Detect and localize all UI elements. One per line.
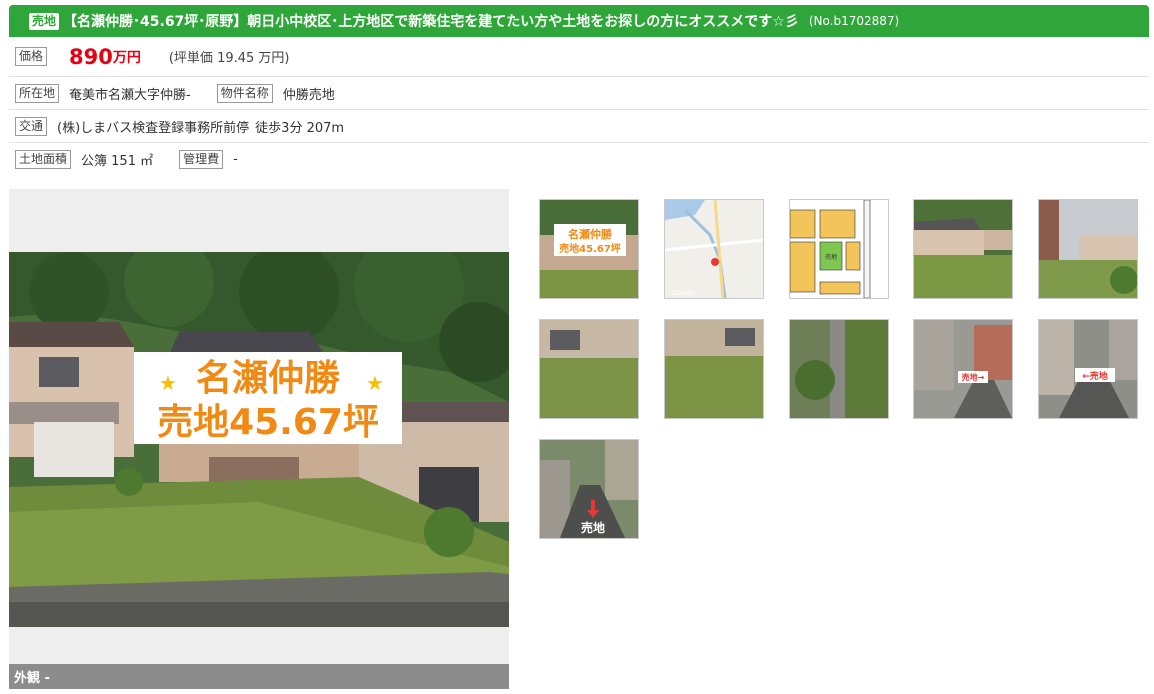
thumbnail-image	[790, 320, 888, 418]
thumbnail-6[interactable]	[539, 319, 639, 419]
thumbnail-image	[540, 320, 638, 418]
plot-label: 売地	[825, 253, 837, 261]
photo-caption: 外観 -	[9, 664, 509, 689]
location-label: 所在地	[15, 84, 60, 103]
map-attribution: Google	[671, 289, 696, 297]
thumbnail-image: 売地	[790, 200, 888, 298]
thumb-sign-line1: 名瀬仲勝	[568, 227, 613, 241]
thumbnail-5[interactable]	[1038, 199, 1138, 299]
svg-text:★: ★	[366, 371, 384, 395]
property-name-label: 物件名称	[216, 84, 273, 103]
transport-stop: (株)しまバス検査登録事務所前停	[57, 121, 250, 136]
svg-text:★: ★	[159, 371, 177, 395]
main-sign-line1: 名瀬仲勝	[196, 358, 341, 399]
thumbnail-1[interactable]: 名瀬仲勝 売地45.67坪	[539, 199, 639, 299]
location-row: 所在地 奄美市名瀬大字仲勝- 物件名称 仲勝売地	[9, 78, 1149, 110]
thumbnail-10[interactable]: ←売地	[1038, 319, 1138, 419]
thumbnail-4[interactable]	[913, 199, 1013, 299]
thumbnail-7[interactable]	[664, 319, 764, 419]
property-name-value: 仲勝売地	[282, 88, 335, 103]
price-unit: 万円	[112, 49, 141, 66]
thumbnail-image: ←売地	[1039, 320, 1137, 418]
main-photo-viewer[interactable]: ★ ★ 名瀬仲勝 売地45.67坪 外観 -	[9, 189, 509, 689]
land-row: 土地面積 公簿 151 ㎡ 管理費 -	[9, 143, 1149, 175]
transport-label: 交通	[15, 117, 48, 136]
thumbnail-9[interactable]: 売地→	[913, 319, 1013, 419]
main-photo-image: ★ ★ 名瀬仲勝 売地45.67坪	[9, 252, 509, 627]
listing-header: 売地 【名瀬仲勝･45.67坪･原野】朝日小中校区･上方地区で新築住宅を建てたい…	[9, 5, 1149, 37]
thumbnail-image	[1039, 200, 1137, 298]
thumbnail-image: 名瀬仲勝 売地45.67坪	[540, 200, 638, 298]
thumb-label-left: ←売地	[1082, 370, 1108, 382]
property-number: (No.b1702887)	[808, 14, 900, 28]
price-amount: 890	[69, 44, 113, 69]
thumbnail-3[interactable]: 売地	[789, 199, 889, 299]
price-per-tsubo: (坪単価 19.45 万円)	[168, 51, 290, 66]
thumbnail-image	[665, 320, 763, 418]
management-fee-label: 管理費	[179, 149, 224, 169]
thumbnail-8[interactable]	[789, 319, 889, 419]
property-type-badge: 売地	[29, 12, 60, 30]
thumbnail-11[interactable]: 売地	[539, 439, 639, 539]
transport-row: 交通 (株)しまバス検査登録事務所前停 徒歩3分 207m	[9, 111, 1149, 143]
thumb-sign-line2: 売地45.67坪	[559, 242, 621, 255]
listing-title: 【名瀬仲勝･45.67坪･原野】朝日小中校区･上方地区で新築住宅を建てたい方や土…	[63, 14, 799, 30]
land-area-label: 土地面積	[15, 149, 72, 169]
land-area-value: 公簿 151 ㎡	[81, 153, 154, 169]
thumb-label-down: 売地	[581, 520, 605, 535]
thumbnail-image	[914, 200, 1012, 298]
thumbnail-image: 売地→	[914, 320, 1012, 418]
main-sign-line2: 売地45.67坪	[157, 402, 379, 443]
thumbnail-2[interactable]: Google	[664, 199, 764, 299]
location-value: 奄美市名瀬大字仲勝-	[69, 88, 191, 103]
price-label: 価格	[15, 47, 48, 66]
thumbnail-image: Google	[665, 200, 763, 298]
price-row: 価格 890 万円 (坪単価 19.45 万円)	[9, 37, 1149, 77]
management-fee-value: -	[233, 151, 238, 167]
transport-walk: 徒歩3分 207m	[255, 121, 345, 136]
thumbnail-image: 売地	[540, 440, 638, 538]
thumb-label-right: 売地→	[962, 372, 985, 382]
